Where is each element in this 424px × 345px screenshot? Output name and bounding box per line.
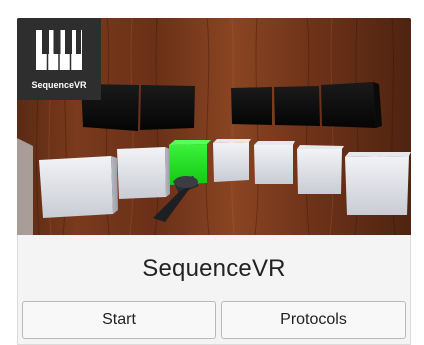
app-card: SequenceVR SequenceVR Start Protocols (0, 0, 424, 345)
logo-label: SequenceVR (31, 80, 87, 90)
start-button[interactable]: Start (22, 301, 216, 339)
protocols-button[interactable]: Protocols (221, 301, 406, 339)
card-footer: SequenceVR Start Protocols (17, 235, 411, 345)
piano-keys-icon (36, 30, 82, 70)
app-title: SequenceVR (142, 255, 286, 282)
app-preview-image[interactable]: SequenceVR (17, 18, 411, 235)
app-logo: SequenceVR (17, 18, 101, 100)
